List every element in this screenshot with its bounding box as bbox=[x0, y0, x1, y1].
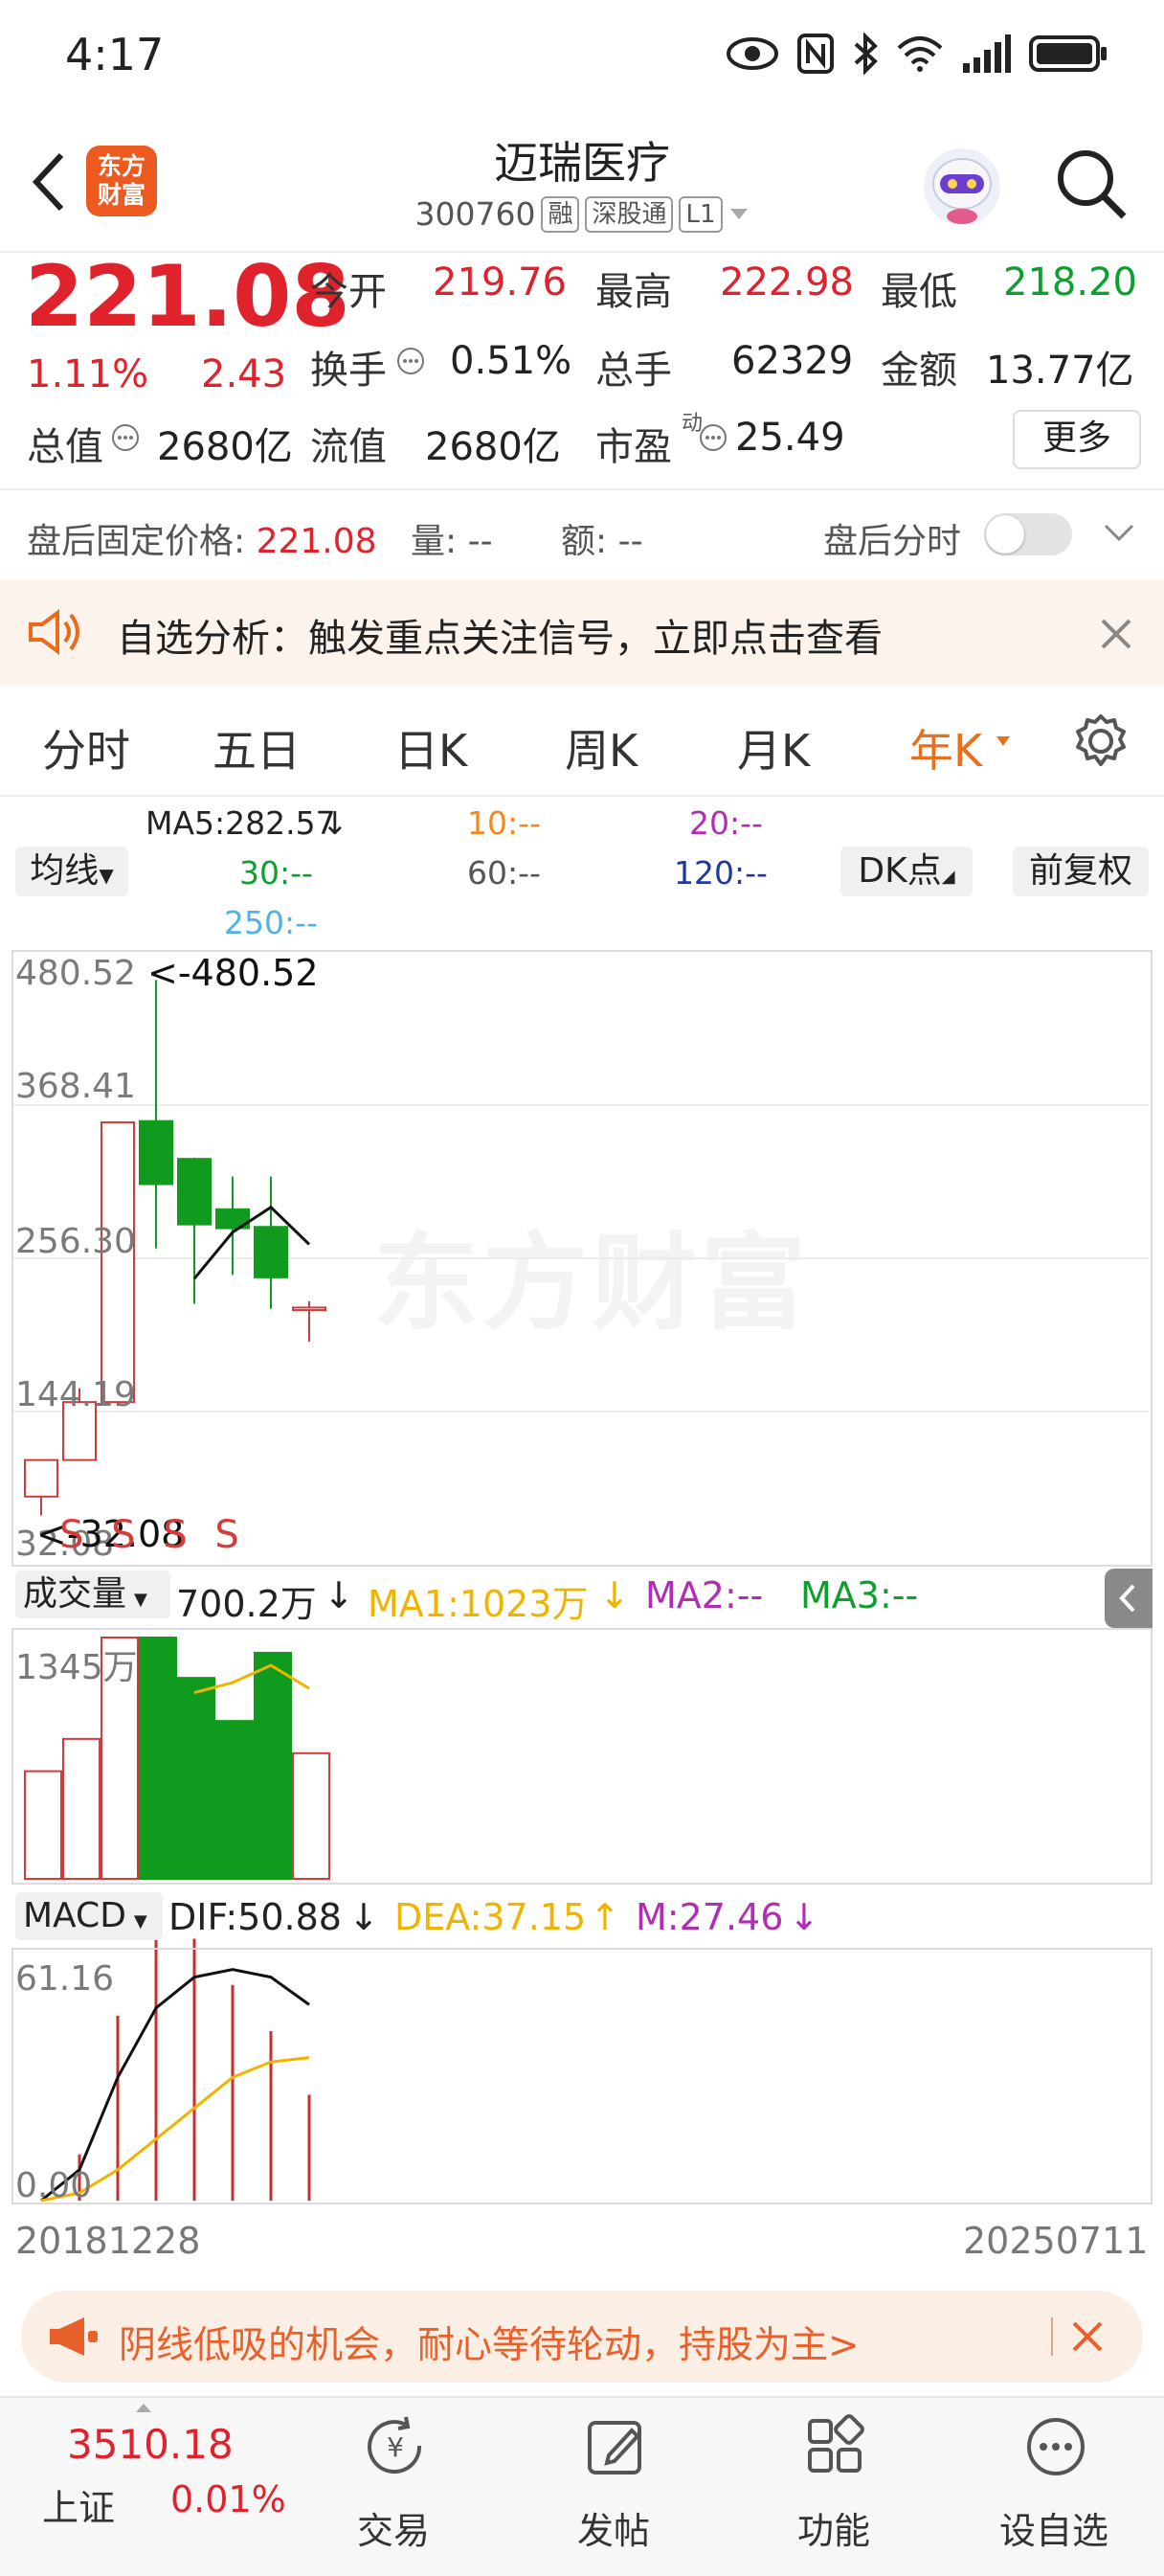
price-y-label-1: 480.52 bbox=[15, 954, 136, 993]
macd-m: M:27.46 bbox=[636, 1896, 784, 1938]
chevron-left-icon bbox=[1119, 1584, 1135, 1613]
macd-y-zero: 0.00 bbox=[15, 2166, 93, 2205]
nav-trade-label: 交易 bbox=[356, 2510, 430, 2552]
volume-select-label: 成交量 bbox=[23, 1574, 127, 1614]
vol-ma1: MA1:1023万 bbox=[368, 1583, 589, 1625]
macd-y-top: 61.16 bbox=[15, 1959, 115, 1999]
volume-select[interactable]: 成交量 ▼ bbox=[15, 1570, 170, 1618]
more-dots-icon bbox=[1027, 2418, 1085, 2475]
index-name[interactable]: 上证 bbox=[42, 2478, 115, 2531]
megaphone-icon bbox=[50, 2317, 98, 2356]
collapse-panel-button[interactable] bbox=[1105, 1569, 1153, 1628]
sell-signals: S S S S bbox=[59, 1513, 247, 1557]
vol-ma3: MA3:-- bbox=[800, 1574, 919, 1616]
vol-value: 700.2万 bbox=[176, 1583, 317, 1625]
nav-functions-label: 功能 bbox=[796, 2510, 870, 2552]
vol-arrow: ↓ bbox=[324, 1574, 354, 1616]
tip-text: 阴线低吸的机会，耐心等待轮动，持股为主> bbox=[119, 2324, 860, 2367]
nav-post-label: 发帖 bbox=[576, 2510, 650, 2552]
edit-icon bbox=[588, 2421, 641, 2474]
caret-up-icon bbox=[136, 2404, 151, 2412]
macd-dea: DEA:37.15 bbox=[394, 1896, 587, 1938]
vol-ma1-arrow: ↓ bbox=[599, 1574, 630, 1616]
vol-y-label: 1345万 bbox=[15, 1648, 138, 1687]
vol-ma2: MA2:-- bbox=[645, 1574, 764, 1616]
macd-dif-arrow: ↓ bbox=[348, 1896, 379, 1938]
close-icon[interactable] bbox=[1070, 2319, 1105, 2354]
trade-icon: ¥ bbox=[368, 2416, 422, 2474]
candle-body bbox=[24, 1458, 58, 1498]
max-marker: <-480.52 bbox=[147, 952, 319, 994]
macd-dif: DIF:50.88 bbox=[168, 1896, 342, 1938]
index-change: 0.01% bbox=[170, 2478, 286, 2520]
candle-body bbox=[177, 1158, 212, 1226]
macd-chart-frame[interactable] bbox=[11, 1948, 1153, 2204]
candle-body bbox=[139, 1119, 173, 1186]
index-value[interactable]: 3510.18 bbox=[67, 2421, 234, 2468]
price-y-label-2: 368.41 bbox=[15, 1067, 136, 1106]
price-grid bbox=[13, 1104, 1149, 1412]
macd-dea-arrow: ↑ bbox=[590, 1896, 620, 1938]
macd-m-arrow: ↓ bbox=[789, 1896, 819, 1938]
price-y-label-4: 144.19 bbox=[15, 1375, 136, 1414]
tip-divider bbox=[1051, 2317, 1053, 2356]
candle-body bbox=[292, 1306, 326, 1312]
svg-text:¥: ¥ bbox=[387, 2431, 404, 2463]
apps-grid-icon bbox=[808, 2414, 864, 2473]
price-y-label-3: 256.30 bbox=[15, 1222, 136, 1261]
date-end: 20250711 bbox=[963, 2220, 1149, 2262]
date-start: 20181228 bbox=[15, 2220, 201, 2262]
macd-select[interactable]: MACD ▼ bbox=[15, 1892, 163, 1940]
nav-add-watchlist-label: 设自选 bbox=[998, 2510, 1108, 2552]
volume-chart-frame[interactable] bbox=[11, 1628, 1153, 1885]
candle-body bbox=[254, 1226, 288, 1278]
macd-select-label: MACD bbox=[23, 1896, 126, 1935]
candle-body bbox=[101, 1121, 135, 1404]
